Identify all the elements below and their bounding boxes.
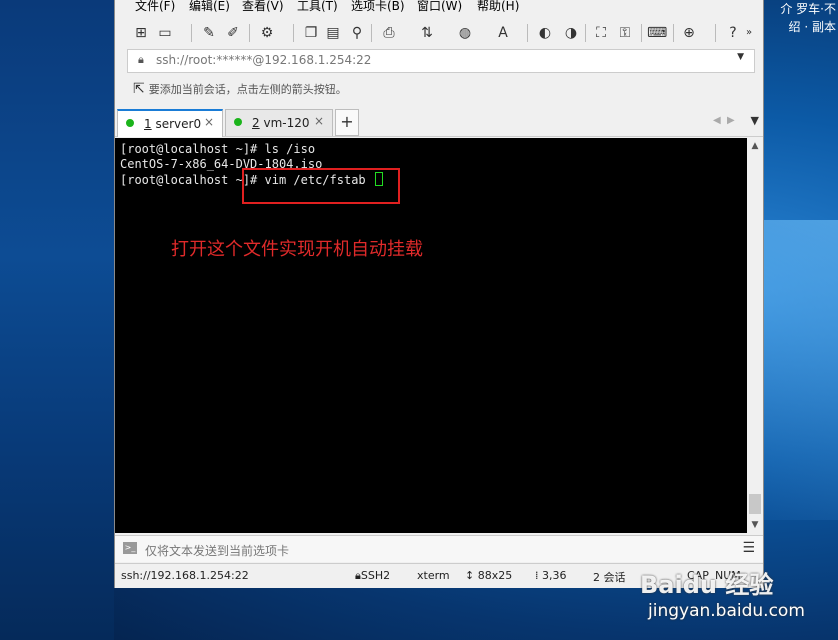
address-bar[interactable]: 🔒︎ ssh://root:******@192.168.1.254:22 ▼ <box>127 49 755 73</box>
baidu-watermark: Baidu 经验 <box>640 571 774 599</box>
tab-list-icon[interactable]: ▼ <box>751 114 759 127</box>
toolbar-separator <box>371 24 372 42</box>
send-text-input[interactable]: 仅将文本发送到当前选项卡 <box>145 542 289 559</box>
toolbar-separator <box>715 24 716 42</box>
transfer-icon[interactable]: ⇅ <box>417 23 437 43</box>
help-icon[interactable]: ? <box>723 23 743 43</box>
desktop-right-text-line: 介 罗车·不 <box>780 2 836 16</box>
scroll-thumb[interactable] <box>749 494 761 514</box>
tab-bar: 1 server0 × 2 vm-120 × + ◀ ▶ ▼ <box>115 108 763 137</box>
lock-icon: 🔒︎ <box>138 53 144 66</box>
tab-name: server0 <box>155 117 202 131</box>
chevron-down-icon[interactable]: ▼ <box>737 52 744 62</box>
fullscreen-icon[interactable]: ⛶ <box>591 23 611 43</box>
tab-next-icon[interactable]: ▶ <box>727 115 735 126</box>
copy-icon[interactable]: ❐ <box>301 23 321 43</box>
tab-vm-120[interactable]: 2 vm-120 × <box>225 109 333 136</box>
status-size: ↕ 88x25 <box>465 569 512 582</box>
xshell-window: 文件(F) 编辑(E) 查看(V) 工具(T) 选项卡(B) 窗口(W) 帮助(… <box>114 0 764 588</box>
new-session-icon[interactable]: ⊞ <box>131 23 151 43</box>
tab-name: vm-120 <box>263 116 310 130</box>
arrow-icon[interactable]: ⇱ <box>133 81 145 97</box>
script-icon[interactable]: ◑ <box>561 23 581 43</box>
toolbar-overflow-icon[interactable]: » <box>743 23 755 43</box>
toolbar-separator <box>191 24 192 42</box>
scroll-down-icon[interactable]: ▼ <box>747 517 763 533</box>
send-bar-icon: >_ <box>123 542 137 554</box>
terminal[interactable]: [root@localhost ~]# ls /iso CentOS-7-x86… <box>115 138 747 533</box>
address-text: ssh://root:******@192.168.1.254:22 <box>156 53 372 67</box>
status-protocol-text: SSH2 <box>360 569 391 582</box>
status-connection: ssh://192.168.1.254:22 <box>121 569 249 582</box>
desktop-light-beam <box>762 220 838 520</box>
annotation-text: 打开这个文件实现开机自动挂载 <box>171 239 423 260</box>
desktop-right-text-line: 绍 · 副本 <box>788 20 836 34</box>
baidu-watermark-url: jingyan.baidu.com <box>648 601 805 621</box>
session-hint: ⇱ 要添加当前会话，点击左侧的箭头按钮。 <box>133 81 347 97</box>
open-folder-icon[interactable]: ▭ <box>155 23 175 43</box>
tab-number: 2 <box>252 116 260 130</box>
menu-tools[interactable]: 工具(T) <box>297 0 338 14</box>
print-icon[interactable]: ⎙ <box>379 23 399 43</box>
menu-file[interactable]: 文件(F) <box>135 0 175 14</box>
tab-number: 1 <box>144 117 152 131</box>
desktop-background <box>0 0 114 640</box>
status-sessions: 2 会话 <box>593 571 626 584</box>
menu-edit[interactable]: 编辑(E) <box>189 0 230 14</box>
cursor-pos-icon: ⁞ <box>535 569 542 582</box>
menu-tabs[interactable]: 选项卡(B) <box>351 0 405 14</box>
tab-prev-icon[interactable]: ◀ <box>713 115 721 126</box>
tab-label: 2 vm-120 <box>252 116 310 130</box>
add-tab-icon[interactable]: ⊕ <box>679 23 699 43</box>
toolbar-separator <box>673 24 674 42</box>
properties-icon[interactable]: ⚙ <box>257 23 277 43</box>
annotation-highlight-box <box>242 168 400 204</box>
paste-icon[interactable]: ▤ <box>323 23 343 43</box>
font-icon[interactable]: A <box>493 23 513 43</box>
toolbar: ⊞ ▭ ✎ ✐ ⚙ ❐ ▤ ⚲ ⎙ ⇅ ◍ A ◐ ◑ ⛶ ⚿ ⌨ ⊕ ? » <box>115 18 763 48</box>
disconnect-icon[interactable]: ✐ <box>223 23 243 43</box>
hint-text: 要添加当前会话，点击左侧的箭头按钮。 <box>148 83 347 96</box>
toolbar-separator <box>293 24 294 42</box>
scroll-up-icon[interactable]: ▲ <box>747 138 763 154</box>
terminal-line: [root@localhost ~]# ls /iso <box>120 142 316 156</box>
toolbar-separator <box>249 24 250 42</box>
tab-server0[interactable]: 1 server0 × <box>117 109 223 137</box>
desktop-right-text: 介 罗车·不 绍 · 副本 <box>756 0 838 36</box>
connected-status-icon <box>234 118 242 126</box>
toolbar-separator <box>585 24 586 42</box>
status-cursor: ⁞ 3,36 <box>535 569 567 582</box>
globe-icon[interactable]: ◍ <box>455 23 475 43</box>
status-term: xterm <box>417 569 450 582</box>
xftp-icon[interactable]: ◐ <box>535 23 555 43</box>
close-icon[interactable]: × <box>314 114 324 128</box>
close-icon[interactable]: × <box>204 115 214 129</box>
menu-view[interactable]: 查看(V) <box>242 0 284 14</box>
add-tab-button[interactable]: + <box>335 109 359 136</box>
connected-status-icon <box>126 119 134 127</box>
status-size-text: 88x25 <box>477 569 513 582</box>
status-cursor-text: 3,36 <box>542 569 567 582</box>
tab-label: 1 server0 <box>144 117 201 131</box>
toolbar-separator <box>641 24 642 42</box>
toolbar-separator <box>527 24 528 42</box>
connect-icon[interactable]: ✎ <box>199 23 219 43</box>
find-icon[interactable]: ⚲ <box>347 23 367 43</box>
keyboard-icon[interactable]: ⌨ <box>647 23 667 43</box>
menu-bar: 文件(F) 编辑(E) 查看(V) 工具(T) 选项卡(B) 窗口(W) 帮助(… <box>115 0 763 14</box>
menu-window[interactable]: 窗口(W) <box>417 0 462 14</box>
resize-icon: ↕ <box>465 569 478 582</box>
hamburger-menu-icon[interactable]: ☰ <box>742 540 755 556</box>
menu-help[interactable]: 帮助(H) <box>477 0 519 14</box>
status-protocol: 🔒︎SSH2 <box>355 569 390 583</box>
terminal-scrollbar[interactable]: ▲ ▼ <box>747 138 763 533</box>
send-text-bar: >_ 仅将文本发送到当前选项卡 ☰ <box>115 535 763 562</box>
lock-screen-icon[interactable]: ⚿ <box>615 23 635 43</box>
